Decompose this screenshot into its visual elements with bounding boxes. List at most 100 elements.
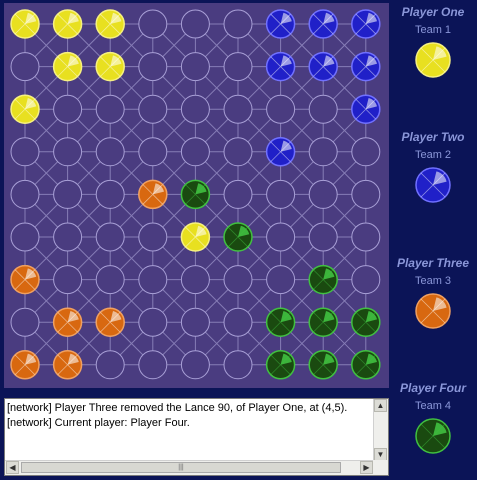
green-piece-icon[interactable] <box>223 222 253 252</box>
board-node[interactable] <box>180 137 210 167</box>
blue-piece-icon[interactable] <box>265 137 296 167</box>
team1-swatch-piece-icon[interactable] <box>415 42 451 78</box>
board-node[interactable] <box>223 179 253 209</box>
player-three-card: Player Three Team 3 <box>389 256 477 330</box>
blue-piece-icon[interactable] <box>265 51 296 82</box>
game-board[interactable] <box>4 3 389 388</box>
scroll-up-arrow-icon[interactable]: ▲ <box>374 399 387 412</box>
board-node[interactable] <box>95 137 125 167</box>
scrollbar-thumb[interactable]: ||| <box>21 462 341 473</box>
blue-piece-icon[interactable] <box>351 94 381 124</box>
board-node[interactable] <box>266 94 296 124</box>
team4-swatch-piece-icon[interactable] <box>415 418 451 454</box>
board-node[interactable] <box>180 307 210 337</box>
yellow-piece-icon[interactable] <box>52 9 83 39</box>
board-node[interactable] <box>138 265 168 295</box>
board-node[interactable] <box>95 94 125 124</box>
player-team: Team 4 <box>414 400 452 412</box>
board-node[interactable] <box>53 137 83 167</box>
board-node[interactable] <box>308 179 338 209</box>
board-node[interactable] <box>308 137 338 167</box>
orange-piece-icon[interactable] <box>52 307 83 337</box>
yellow-piece-icon[interactable] <box>52 51 83 82</box>
board-node[interactable] <box>180 94 210 124</box>
board-node[interactable] <box>180 265 210 295</box>
player-name: Player One <box>401 5 465 19</box>
board-node[interactable] <box>180 350 210 380</box>
green-piece-icon[interactable] <box>308 350 338 380</box>
board-node[interactable] <box>10 307 40 337</box>
board-node[interactable] <box>10 222 40 252</box>
green-piece-icon[interactable] <box>308 264 338 295</box>
orange-piece-icon[interactable] <box>10 350 40 380</box>
board-grid[interactable] <box>4 3 389 388</box>
board-node[interactable] <box>53 179 83 209</box>
message-log[interactable]: [network] Player Three removed the Lance… <box>4 398 389 476</box>
board-node[interactable] <box>95 350 125 380</box>
board-node[interactable] <box>138 350 168 380</box>
blue-piece-icon[interactable] <box>308 51 338 82</box>
board-node[interactable] <box>351 265 381 295</box>
board-node[interactable] <box>180 52 210 82</box>
board-node[interactable] <box>351 137 381 167</box>
green-piece-icon[interactable] <box>265 307 296 337</box>
scroll-left-arrow-icon[interactable]: ◀ <box>6 461 19 474</box>
board-node[interactable] <box>223 52 253 82</box>
scroll-right-arrow-icon[interactable]: ▶ <box>360 461 373 474</box>
team3-swatch-piece-icon[interactable] <box>415 293 451 329</box>
board-node[interactable] <box>138 222 168 252</box>
board-node[interactable] <box>223 307 253 337</box>
board-node[interactable] <box>53 94 83 124</box>
board-node[interactable] <box>266 265 296 295</box>
board-node[interactable] <box>223 9 253 39</box>
orange-piece-icon[interactable] <box>138 179 168 210</box>
board-node[interactable] <box>223 350 253 380</box>
yellow-piece-icon[interactable] <box>10 9 40 39</box>
board-node[interactable] <box>308 222 338 252</box>
green-piece-icon[interactable] <box>308 307 338 337</box>
board-node[interactable] <box>266 222 296 252</box>
board-node[interactable] <box>223 94 253 124</box>
board-node[interactable] <box>138 52 168 82</box>
board-node[interactable] <box>95 265 125 295</box>
player-name: Player Two <box>401 130 465 144</box>
board-node[interactable] <box>266 179 296 209</box>
board-node[interactable] <box>351 222 381 252</box>
board-node[interactable] <box>351 179 381 209</box>
board-node[interactable] <box>10 179 40 209</box>
orange-piece-icon[interactable] <box>10 264 40 295</box>
orange-piece-icon[interactable] <box>95 307 125 337</box>
yellow-piece-icon[interactable] <box>95 51 125 82</box>
team2-swatch-piece-icon[interactable] <box>415 167 451 203</box>
blue-piece-icon[interactable] <box>351 9 381 39</box>
player-name: Player Three <box>396 256 470 270</box>
board-node[interactable] <box>95 222 125 252</box>
blue-piece-icon[interactable] <box>265 9 296 39</box>
green-piece-icon[interactable] <box>265 350 296 380</box>
yellow-piece-icon[interactable] <box>180 222 211 252</box>
blue-piece-icon[interactable] <box>351 51 381 82</box>
board-node[interactable] <box>53 265 83 295</box>
yellow-piece-icon[interactable] <box>10 94 40 124</box>
board-node[interactable] <box>10 137 40 167</box>
board-node[interactable] <box>95 179 125 209</box>
board-node[interactable] <box>138 94 168 124</box>
board-node[interactable] <box>138 9 168 39</box>
player-team: Team 3 <box>414 275 452 287</box>
board-node[interactable] <box>138 137 168 167</box>
board-node[interactable] <box>53 222 83 252</box>
blue-piece-icon[interactable] <box>308 9 338 39</box>
board-node[interactable] <box>223 265 253 295</box>
vertical-scrollbar[interactable]: ▲ ▼ <box>373 399 388 461</box>
horizontal-scrollbar[interactable]: ◀ ||| ▶ <box>5 460 374 475</box>
board-node[interactable] <box>308 94 338 124</box>
board-node[interactable] <box>180 9 210 39</box>
green-piece-icon[interactable] <box>351 307 381 337</box>
green-piece-icon[interactable] <box>180 179 211 210</box>
orange-piece-icon[interactable] <box>52 350 83 380</box>
yellow-piece-icon[interactable] <box>95 9 125 39</box>
board-node[interactable] <box>223 137 253 167</box>
board-node[interactable] <box>138 307 168 337</box>
green-piece-icon[interactable] <box>351 350 381 380</box>
board-node[interactable] <box>10 52 40 82</box>
